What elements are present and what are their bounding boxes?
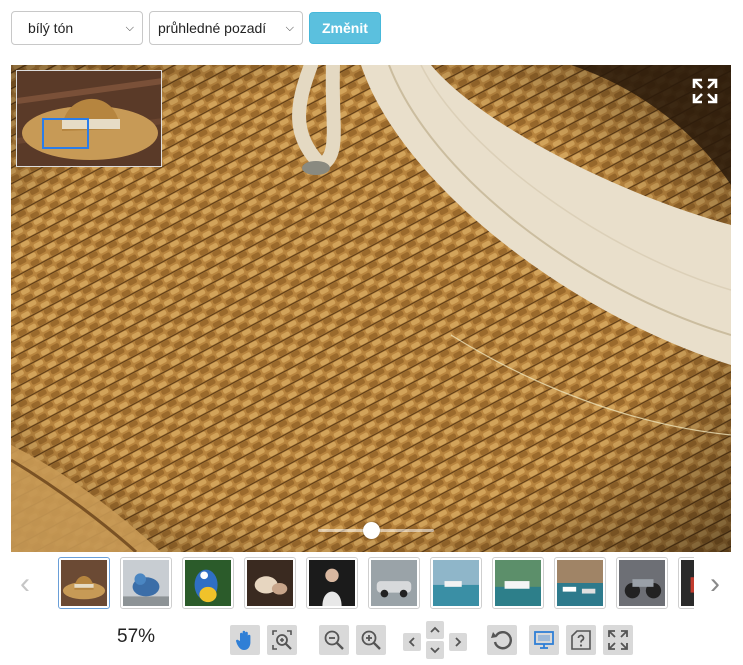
thumb-straw-hat[interactable]	[58, 557, 110, 609]
chevron-down-icon: ⌵	[125, 21, 134, 34]
pan-right-icon[interactable]	[449, 633, 467, 651]
reset-icon[interactable]	[487, 625, 517, 655]
zoom-level-text: 57%	[117, 626, 156, 647]
thumb-blue-bird[interactable]	[120, 557, 172, 609]
zoom-in-icon[interactable]	[356, 625, 386, 655]
thumb-partial[interactable]	[678, 557, 694, 609]
overview-thumbnail[interactable]	[16, 70, 162, 167]
background-select-value: průhledné pozadí	[158, 20, 267, 36]
previous-arrow-icon[interactable]: ‹	[15, 567, 35, 601]
background-select[interactable]: průhledné pozadí ⌵	[149, 11, 303, 45]
tone-select-value: bílý tón	[28, 20, 74, 36]
thumb-ferry[interactable]	[492, 557, 544, 609]
image-options-bar: bílý tón ⌵ průhledné pozadí ⌵ Změnit	[11, 11, 381, 45]
pan-hand-icon[interactable]	[230, 625, 260, 655]
help-icon[interactable]	[566, 625, 596, 655]
thumbnail-strip: ‹ ›	[11, 553, 731, 615]
zoom-slider-thumb[interactable]	[363, 522, 380, 539]
thumb-boats[interactable]	[554, 557, 606, 609]
thumb-parrot[interactable]	[182, 557, 234, 609]
overview-viewport-frame[interactable]	[42, 118, 89, 149]
chevron-down-icon: ⌵	[285, 21, 294, 34]
zoom-out-icon[interactable]	[319, 625, 349, 655]
change-button[interactable]: Změnit	[309, 12, 381, 44]
fullscreen-icon[interactable]	[603, 625, 633, 655]
thumb-harbor[interactable]	[430, 557, 482, 609]
next-arrow-icon[interactable]: ›	[705, 567, 725, 601]
pan-up-icon[interactable]	[426, 621, 444, 639]
thumb-motorbike[interactable]	[616, 557, 668, 609]
thumb-woman[interactable]	[306, 557, 358, 609]
thumbnail-list	[58, 557, 694, 611]
overview-image	[17, 71, 161, 166]
pan-left-icon[interactable]	[403, 633, 421, 651]
tone-select[interactable]: bílý tón ⌵	[11, 11, 143, 45]
expand-icon[interactable]	[685, 71, 725, 111]
pan-down-icon[interactable]	[426, 641, 444, 659]
thumb-shells[interactable]	[244, 557, 296, 609]
image-viewer[interactable]	[11, 65, 731, 552]
thumb-car[interactable]	[368, 557, 420, 609]
fit-screen-icon[interactable]	[529, 625, 559, 655]
zoom-region-icon[interactable]	[267, 625, 297, 655]
viewer-toolbar: 57%	[0, 620, 743, 660]
